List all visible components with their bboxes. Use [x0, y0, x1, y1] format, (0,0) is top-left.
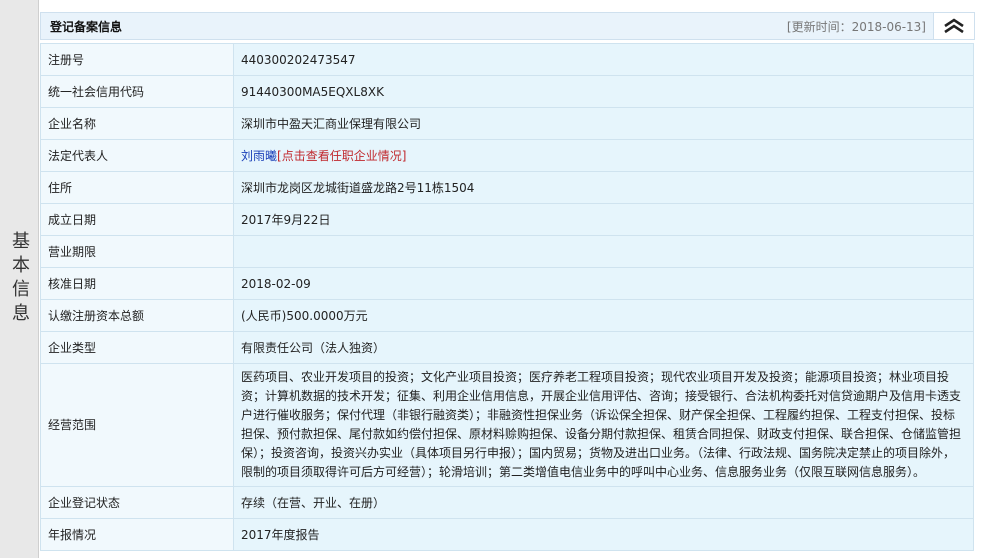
registered-capital: (人民币)500.0000万元: [233, 299, 974, 332]
company-type: 有限责任公司（法人独资）: [233, 331, 974, 364]
table-row: 企业类型 有限责任公司（法人独资）: [40, 331, 974, 364]
registration-panel: 登记备案信息 [更新时间：2018-06-13] 注册号 44030020247…: [40, 4, 975, 558]
table-row: 成立日期 2017年9月22日: [40, 203, 974, 236]
side-tab-label: 基本信息: [9, 231, 30, 327]
row-label: 认缴注册资本总额: [40, 299, 234, 332]
row-label: 核准日期: [40, 267, 234, 300]
table-row: 注册号 440300202473547: [40, 43, 974, 76]
row-label: 统一社会信用代码: [40, 75, 234, 108]
double-chevron-up-icon: [944, 18, 964, 34]
row-label: 注册号: [40, 43, 234, 76]
legal-representative-link[interactable]: 刘雨曦: [241, 149, 277, 163]
address: 深圳市龙岗区龙城街道盛龙路2号11栋1504: [233, 171, 974, 204]
table-row: 营业期限: [40, 235, 974, 268]
row-label: 营业期限: [40, 235, 234, 268]
row-label: 法定代表人: [40, 139, 234, 172]
table-row: 认缴注册资本总额 (人民币)500.0000万元: [40, 299, 974, 332]
panel-title: 登记备案信息: [50, 20, 123, 34]
row-label: 企业类型: [40, 331, 234, 364]
registration-table: 注册号 440300202473547 统一社会信用代码 91440300MA5…: [40, 43, 974, 551]
table-row: 企业登记状态 存续（在营、开业、在册）: [40, 486, 974, 519]
view-positions-link[interactable]: [点击查看任职企业情况]: [277, 149, 406, 163]
collapse-button[interactable]: [933, 13, 974, 39]
approval-date: 2018-02-09: [233, 267, 974, 300]
update-time: [更新时间：2018-06-13]: [786, 20, 926, 34]
table-row: 住所 深圳市龙岗区龙城街道盛龙路2号11栋1504: [40, 171, 974, 204]
registration-status: 存续（在营、开业、在册）: [233, 486, 974, 519]
row-label: 年报情况: [40, 518, 234, 551]
business-term: [233, 235, 974, 268]
table-row: 统一社会信用代码 91440300MA5EQXL8XK: [40, 75, 974, 108]
registration-number: 440300202473547: [233, 43, 974, 76]
credit-code: 91440300MA5EQXL8XK: [233, 75, 974, 108]
business-scope: 医药项目、农业开发项目的投资；文化产业项目投资；医疗养老工程项目投资；现代农业项…: [233, 363, 974, 487]
legal-representative-cell: 刘雨曦[点击查看任职企业情况]: [233, 139, 974, 172]
annual-report: 2017年度报告: [233, 518, 974, 551]
side-tab-basic-info[interactable]: 基本信息: [0, 0, 39, 558]
company-name: 深圳市中盈天汇商业保理有限公司: [233, 107, 974, 140]
table-row: 核准日期 2018-02-09: [40, 267, 974, 300]
row-label: 企业名称: [40, 107, 234, 140]
table-row: 经营范围 医药项目、农业开发项目的投资；文化产业项目投资；医疗养老工程项目投资；…: [40, 363, 974, 487]
panel-header: 登记备案信息 [更新时间：2018-06-13]: [40, 12, 975, 40]
table-row: 法定代表人 刘雨曦[点击查看任职企业情况]: [40, 139, 974, 172]
table-row: 企业名称 深圳市中盈天汇商业保理有限公司: [40, 107, 974, 140]
establish-date: 2017年9月22日: [233, 203, 974, 236]
row-label: 成立日期: [40, 203, 234, 236]
table-row: 年报情况 2017年度报告: [40, 518, 974, 551]
row-label: 企业登记状态: [40, 486, 234, 519]
row-label: 住所: [40, 171, 234, 204]
row-label: 经营范围: [40, 363, 234, 487]
